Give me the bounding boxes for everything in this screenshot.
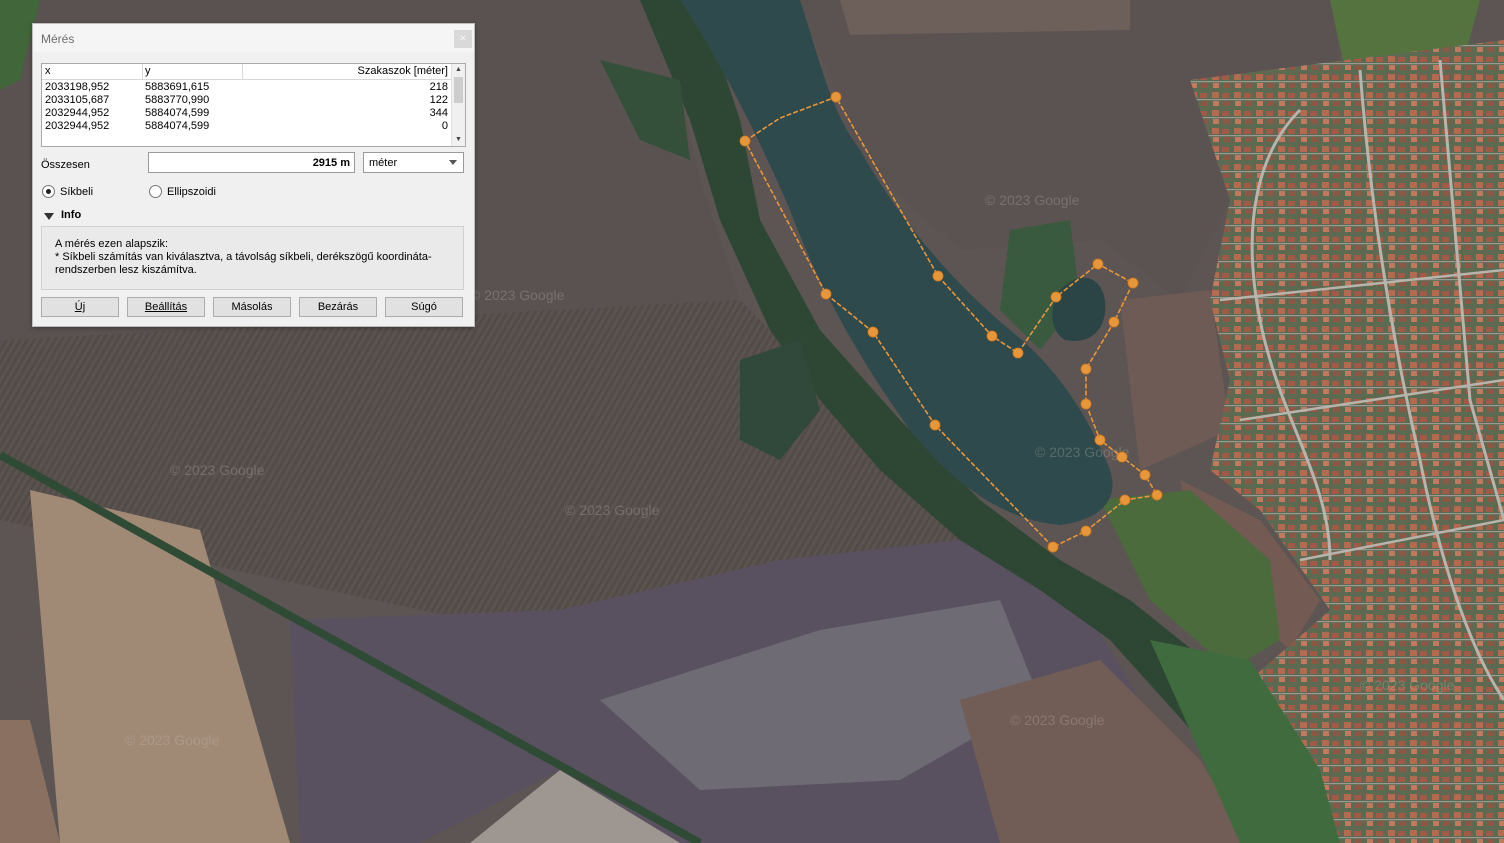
segments-table[interactable]: x y Szakaszok [méter] 2033198,952 588369… bbox=[41, 63, 466, 147]
table-row[interactable]: 2032944,952 5884074,599 0 bbox=[42, 120, 451, 133]
table-row[interactable]: 2033198,952 5883691,615 218 bbox=[42, 81, 451, 94]
cell-y: 5883770,990 bbox=[145, 94, 210, 106]
copy-button[interactable]: Másolás bbox=[213, 297, 291, 317]
close-button[interactable]: Bezárás bbox=[299, 297, 377, 317]
watermark: © 2023 Google bbox=[125, 732, 220, 748]
cell-y: 5884074,599 bbox=[145, 120, 210, 132]
table-row[interactable]: 2033105,687 5883770,990 122 bbox=[42, 94, 451, 107]
watermark: © 2023 Google bbox=[1360, 677, 1455, 693]
measure-vertex[interactable] bbox=[830, 91, 842, 103]
cell-y: 5884074,599 bbox=[145, 107, 210, 119]
measure-vertex[interactable] bbox=[1047, 541, 1059, 553]
unit-select[interactable]: méter bbox=[363, 152, 464, 173]
measure-vertex[interactable] bbox=[1094, 434, 1106, 446]
radio-ellipsoidal-label[interactable]: Ellipszoidi bbox=[167, 186, 216, 198]
measure-dialog: Mérés × x y Szakaszok [méter] 2033198,95… bbox=[32, 23, 475, 327]
scrollbar-thumb[interactable] bbox=[454, 77, 463, 103]
table-header: x y Szakaszok [méter] bbox=[42, 64, 451, 80]
help-button[interactable]: Súgó bbox=[385, 297, 463, 317]
new-button[interactable]: Új bbox=[41, 297, 119, 317]
cell-distance: 122 bbox=[429, 94, 448, 106]
expand-triangle-icon[interactable] bbox=[44, 213, 54, 220]
cell-x: 2033198,952 bbox=[45, 81, 110, 93]
watermark: © 2023 Google bbox=[1010, 712, 1105, 728]
total-label: Összesen bbox=[41, 159, 90, 171]
measure-vertex[interactable] bbox=[1080, 398, 1092, 410]
measure-vertex[interactable] bbox=[932, 270, 944, 282]
info-text: * Síkbeli számítás van kiválasztva, a tá… bbox=[55, 251, 432, 263]
column-header-x[interactable]: x bbox=[45, 64, 141, 79]
cell-distance: 218 bbox=[429, 81, 448, 93]
measure-vertex[interactable] bbox=[1127, 277, 1139, 289]
radio-selected-dot bbox=[46, 189, 51, 194]
table-body: 2033198,952 5883691,615 218 2033105,687 … bbox=[42, 81, 451, 133]
settings-button[interactable]: Beállítás bbox=[127, 297, 205, 317]
measure-vertex[interactable] bbox=[1151, 489, 1163, 501]
table-row[interactable]: 2032944,952 5884074,599 344 bbox=[42, 107, 451, 120]
measure-vertex[interactable] bbox=[1050, 291, 1062, 303]
measure-vertex[interactable] bbox=[1080, 363, 1092, 375]
measure-vertex[interactable] bbox=[820, 288, 832, 300]
measure-vertex[interactable] bbox=[1119, 494, 1131, 506]
table-scrollbar[interactable]: ▲ ▼ bbox=[451, 64, 465, 146]
measure-vertex[interactable] bbox=[1012, 347, 1024, 359]
column-header-y[interactable]: y bbox=[145, 64, 241, 79]
watermark: © 2023 Google bbox=[985, 192, 1080, 208]
info-text: A mérés ezen alapszik: bbox=[55, 238, 169, 250]
radio-ellipsoidal[interactable] bbox=[149, 185, 162, 198]
unit-select-value: méter bbox=[369, 157, 398, 169]
cell-x: 2032944,952 bbox=[45, 107, 110, 119]
dialog-title: Mérés bbox=[41, 32, 75, 46]
radio-planar[interactable] bbox=[42, 185, 55, 198]
measure-vertex[interactable] bbox=[1139, 469, 1151, 481]
measure-vertex[interactable] bbox=[739, 135, 751, 147]
measure-vertex[interactable] bbox=[1116, 451, 1128, 463]
scroll-down-icon[interactable]: ▼ bbox=[452, 134, 465, 146]
close-icon[interactable]: × bbox=[454, 30, 472, 48]
column-separator[interactable] bbox=[242, 64, 243, 79]
chevron-down-icon bbox=[449, 160, 457, 165]
field-north-light bbox=[840, 0, 1130, 35]
cell-distance: 0 bbox=[441, 120, 448, 132]
info-panel: A mérés ezen alapszik: * Síkbeli számítá… bbox=[41, 226, 464, 290]
info-section-header[interactable]: Info bbox=[61, 209, 81, 221]
cell-x: 2032944,952 bbox=[45, 120, 110, 132]
measure-vertex[interactable] bbox=[986, 330, 998, 342]
measure-vertex[interactable] bbox=[867, 326, 879, 338]
radio-planar-label[interactable]: Síkbeli bbox=[60, 186, 93, 198]
measure-vertex[interactable] bbox=[1108, 316, 1120, 328]
scroll-up-icon[interactable]: ▲ bbox=[452, 64, 465, 76]
cell-x: 2033105,687 bbox=[45, 94, 110, 106]
measure-vertex[interactable] bbox=[929, 419, 941, 431]
watermark: © 2023 Google bbox=[565, 502, 660, 518]
watermark: © 2023 Google bbox=[170, 462, 265, 478]
column-header-segments[interactable]: Szakaszok [méter] bbox=[244, 64, 448, 79]
total-value-field[interactable]: 2915 m bbox=[148, 152, 355, 173]
column-separator[interactable] bbox=[142, 64, 143, 79]
measure-vertex[interactable] bbox=[1080, 525, 1092, 537]
cell-y: 5883691,615 bbox=[145, 81, 210, 93]
watermark: © 2023 Google bbox=[470, 287, 565, 303]
cell-distance: 344 bbox=[429, 107, 448, 119]
dialog-titlebar[interactable]: Mérés × bbox=[33, 24, 474, 52]
measure-vertex[interactable] bbox=[1092, 258, 1104, 270]
info-text: rendszerben lesz kiszámítva. bbox=[55, 264, 197, 276]
